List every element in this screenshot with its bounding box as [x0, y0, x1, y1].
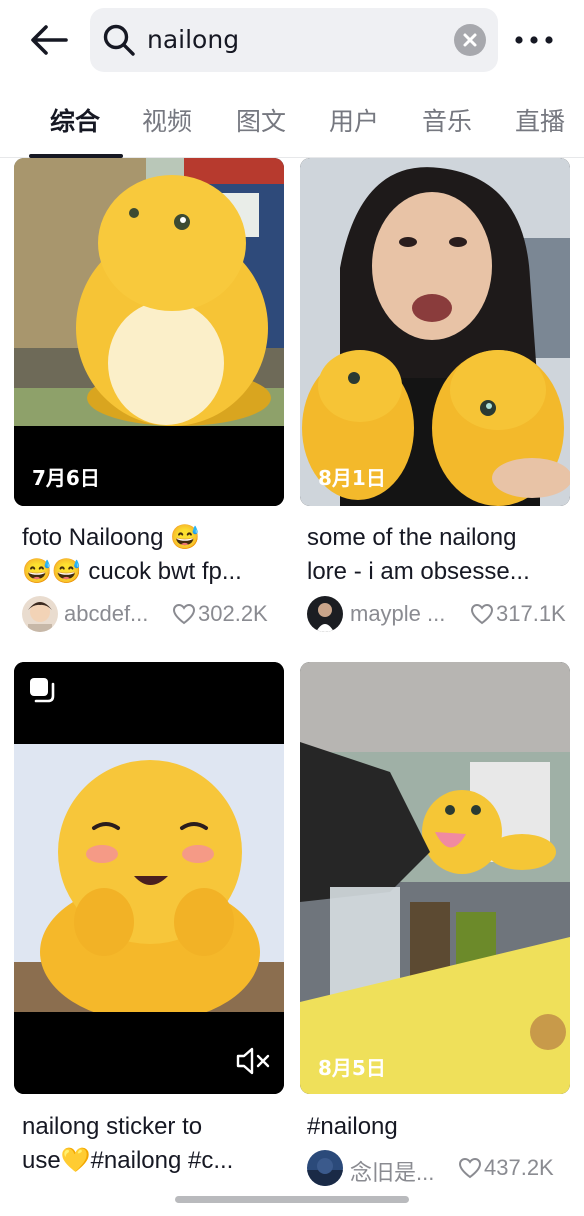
like-count: 302.2K — [198, 601, 268, 626]
close-icon — [463, 33, 477, 47]
tab-users[interactable]: 用户 — [329, 102, 379, 138]
heart-icon[interactable] — [172, 603, 196, 625]
author-avatar[interactable] — [22, 596, 58, 632]
back-button[interactable] — [26, 18, 72, 64]
post-title[interactable]: nailong sticker to use💛#nailong #c... — [22, 1110, 292, 1178]
post-title-line: foto Nailoong 😅 — [22, 524, 200, 551]
tab-image-text[interactable]: 图文 — [236, 102, 286, 138]
author-avatar[interactable] — [307, 1150, 343, 1186]
post-date: 8月5日 — [318, 1056, 386, 1080]
post-title-line: 😅😅 cucok bwt fp... — [22, 558, 242, 585]
avatar-image — [307, 1158, 343, 1186]
post-title[interactable]: foto Nailoong 😅 😅😅 cucok bwt fp... — [22, 521, 292, 589]
search-input[interactable]: nailong — [147, 23, 239, 57]
author-name[interactable]: 念旧是... — [350, 1155, 434, 1187]
post-title[interactable]: #nailong — [307, 1110, 577, 1144]
nailong-sticker-image — [14, 662, 284, 1094]
mute-icon[interactable] — [234, 1046, 272, 1076]
video-thumbnail[interactable]: 8月5日 — [300, 662, 570, 1094]
category-tabs: 综合 视频 图文 用户 音乐 直播 — [0, 96, 584, 158]
top-bar: nailong — [0, 0, 584, 84]
search-box[interactable]: nailong — [90, 8, 498, 72]
home-indicator[interactable] — [175, 1196, 409, 1203]
post-title-line: lore - i am obsesse... — [307, 558, 530, 585]
video-thumbnail[interactable]: 8月1日 — [300, 158, 570, 506]
post-title-line: nailong sticker to — [22, 1113, 203, 1140]
avatar-image — [28, 602, 52, 632]
video-thumbnail[interactable]: 7月6日 — [14, 158, 284, 506]
avatar-image — [316, 603, 334, 632]
girl-with-nailong-plush-image — [300, 158, 570, 506]
author-avatar[interactable] — [307, 596, 343, 632]
search-icon — [103, 24, 135, 56]
author-name[interactable]: mayple ... — [350, 601, 445, 627]
author-name[interactable]: abcdef... — [64, 601, 148, 627]
tab-video[interactable]: 视频 — [142, 102, 192, 138]
like-count: 437.2K — [484, 1155, 554, 1180]
post-title-line: some of the nailong — [307, 524, 517, 551]
post-date: 8月1日 — [318, 466, 386, 490]
heart-icon[interactable] — [458, 1157, 482, 1179]
more-options-button[interactable] — [512, 26, 556, 54]
post-title-line: use💛#nailong #c... — [22, 1147, 234, 1174]
heart-icon[interactable] — [470, 603, 494, 625]
nailong-at-shop-image — [300, 662, 570, 1094]
more-dots-icon — [515, 36, 553, 44]
back-arrow-icon — [31, 25, 68, 55]
tab-general[interactable]: 综合 — [50, 102, 100, 138]
post-date: 7月6日 — [32, 466, 100, 490]
video-thumbnail[interactable] — [14, 662, 284, 1094]
clear-search-button[interactable] — [454, 24, 486, 56]
post-title[interactable]: some of the nailong lore - i am obsesse.… — [307, 521, 577, 589]
like-count: 317.1K — [496, 601, 566, 626]
tab-music[interactable]: 音乐 — [422, 102, 472, 138]
multi-image-icon — [30, 678, 55, 703]
tab-live[interactable]: 直播 — [515, 102, 565, 138]
nailong-thumbnail-image — [14, 158, 284, 506]
